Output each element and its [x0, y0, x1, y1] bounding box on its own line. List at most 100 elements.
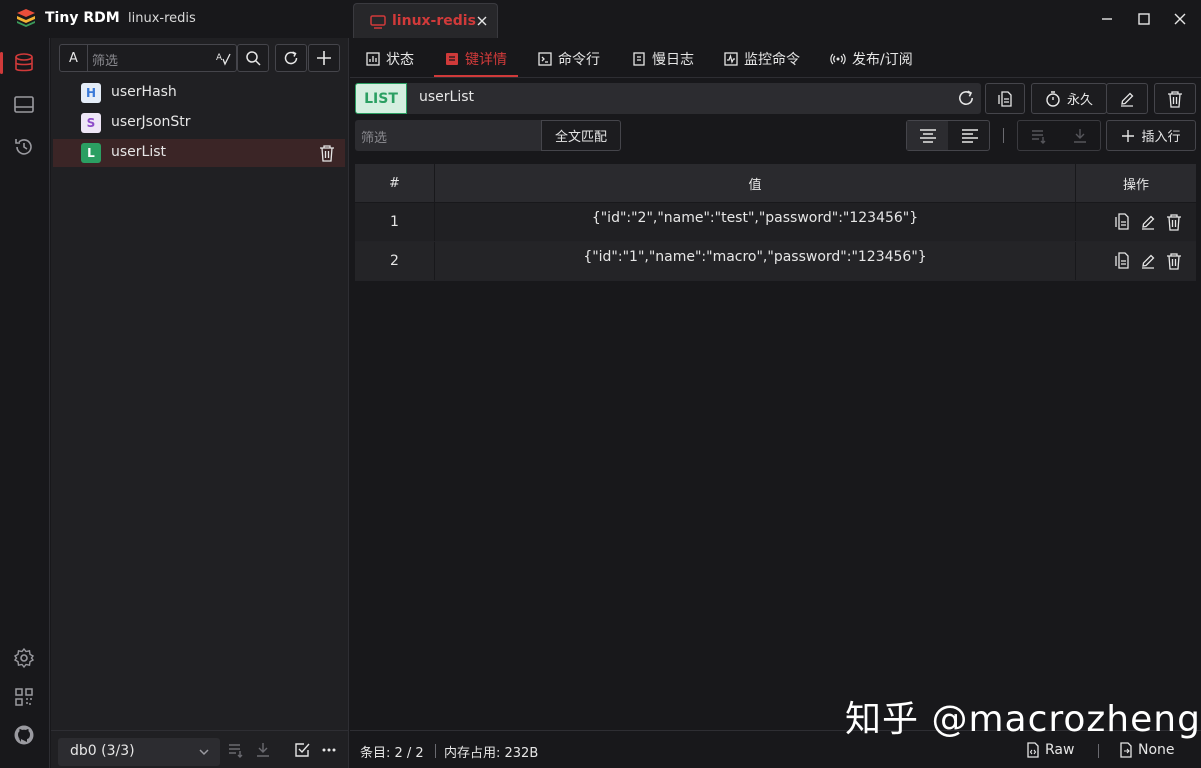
decode-button[interactable]: None: [1119, 740, 1175, 760]
refresh-icon[interactable]: [957, 89, 975, 107]
value-filter-input[interactable]: 筛选: [355, 120, 541, 151]
checkbox-select-icon[interactable]: [294, 742, 310, 758]
tab-cli[interactable]: 命令行: [538, 49, 600, 69]
database-icon: [15, 53, 33, 72]
ttl-button[interactable]: 永久: [1031, 83, 1107, 114]
edit-icon: [1121, 92, 1134, 107]
load-more-icon[interactable]: [1031, 128, 1047, 144]
pubsub-icon: [830, 53, 846, 65]
activity-settings[interactable]: [10, 644, 38, 672]
copy-icon: [998, 90, 1012, 107]
row-actions: [1100, 242, 1196, 280]
view-format-label: Raw: [1045, 742, 1075, 758]
tab-close-icon[interactable]: [474, 13, 490, 29]
view-format-button[interactable]: Raw: [1026, 740, 1074, 760]
timer-icon: [1046, 90, 1060, 107]
key-row-userjsonstr[interactable]: S userJsonStr: [53, 109, 345, 137]
header-value[interactable]: 值: [435, 164, 1075, 203]
key-row-userlist[interactable]: L userList: [53, 139, 345, 167]
trash-icon[interactable]: [1166, 252, 1182, 270]
sidebar-footer: db0 (3/3): [51, 730, 348, 768]
download-icon[interactable]: [255, 742, 271, 758]
tab-linux-redis[interactable]: linux-redis: [353, 3, 498, 40]
slowlog-icon: [633, 52, 645, 66]
activity-server[interactable]: [10, 91, 38, 119]
align-toggle-group: [906, 120, 990, 151]
key-name: userJsonStr: [111, 114, 191, 130]
active-tab-underline: [434, 75, 518, 77]
file-decode-icon: [1120, 742, 1132, 758]
active-indicator: [0, 52, 3, 74]
refresh-icon: [284, 51, 298, 65]
minimize-button[interactable]: [1096, 8, 1118, 30]
delete-key-button[interactable]: [1154, 83, 1196, 114]
tab-key-detail[interactable]: 键详情: [445, 49, 507, 69]
row-index: 2: [390, 253, 399, 269]
insert-row-label: 插入行: [1141, 130, 1181, 145]
batch-list-icon[interactable]: [228, 742, 244, 758]
header-index[interactable]: #: [355, 164, 434, 203]
close-window-button[interactable]: [1169, 8, 1191, 30]
edit-icon[interactable]: [1140, 214, 1156, 230]
copy-icon[interactable]: [1114, 252, 1130, 270]
table-row[interactable]: 1 {"id":"2","name":"test","password":"12…: [355, 203, 1196, 242]
align-left-button[interactable]: [949, 121, 990, 150]
status-divider: [1098, 744, 1099, 758]
key-detail-icon: [446, 53, 458, 65]
tab-monitor[interactable]: 监控命令: [724, 49, 800, 69]
match-case-toggle[interactable]: A: [60, 45, 88, 71]
monitor-panel-icon: [14, 96, 34, 113]
rename-key-button[interactable]: [1106, 83, 1148, 114]
tab-key-detail-label: 键详情: [465, 52, 507, 68]
list-type-badge: L: [81, 143, 101, 163]
terminal-icon: [538, 52, 552, 66]
delete-key-icon[interactable]: [319, 144, 335, 162]
search-button[interactable]: [237, 44, 269, 72]
key-row-userhash[interactable]: H userHash: [53, 79, 345, 107]
load-all-icon[interactable]: [1072, 128, 1088, 144]
tab-cli-label: 命令行: [558, 52, 600, 68]
insert-row-button[interactable]: 插入行: [1106, 120, 1196, 151]
key-name-field[interactable]: userList: [419, 89, 474, 105]
add-key-button[interactable]: [308, 44, 340, 72]
maximize-button[interactable]: [1133, 8, 1155, 30]
activity-github[interactable]: [10, 721, 38, 749]
table-row[interactable]: 2 {"id":"1","name":"macro","password":"1…: [355, 242, 1196, 281]
trash-icon[interactable]: [1166, 213, 1182, 231]
activity-apps[interactable]: [10, 683, 38, 711]
key-name-bar: LIST userList: [355, 83, 981, 114]
key-browser-sidebar: A 筛选 A H userHash S userJsonStr L userLi…: [51, 38, 349, 768]
activity-bar: [0, 38, 50, 768]
copy-icon[interactable]: [1114, 213, 1130, 231]
database-label: db0 (3/3): [70, 743, 135, 759]
watermark: 知乎 @macrozheng: [845, 699, 1201, 740]
hash-type-badge: H: [81, 83, 101, 103]
file-code-icon: [1027, 742, 1039, 758]
title-bar: Tiny RDM linux-redis: [0, 0, 1201, 38]
activity-databases[interactable]: [10, 49, 38, 77]
align-center-button[interactable]: [907, 121, 948, 150]
key-filter-box: A 筛选 A: [59, 44, 237, 72]
activity-history[interactable]: [10, 133, 38, 161]
database-select[interactable]: db0 (3/3): [58, 738, 220, 766]
copy-key-button[interactable]: [985, 83, 1025, 114]
ttl-label: 永久: [1066, 93, 1093, 108]
edit-icon[interactable]: [1140, 253, 1156, 269]
key-name: userList: [111, 144, 167, 160]
row-index: 1: [390, 214, 399, 230]
refresh-keys-button[interactable]: [275, 44, 307, 72]
tab-slowlog[interactable]: 慢日志: [632, 49, 694, 69]
toolbar-divider: [1003, 128, 1004, 143]
content-pane: 状态 键详情 命令行 慢日志 监控命令 发布/订阅 LIST userList …: [350, 38, 1201, 768]
more-icon[interactable]: [321, 742, 337, 758]
fulltext-match-button[interactable]: 全文匹配: [541, 120, 621, 151]
key-filter-input[interactable]: 筛选: [92, 50, 118, 69]
tab-status[interactable]: 状态: [366, 49, 414, 69]
status-divider: [435, 744, 436, 758]
monitor-icon: [724, 52, 738, 66]
sort-az-icon[interactable]: A: [215, 50, 231, 66]
app-logo-icon: [17, 9, 35, 27]
tab-pubsub[interactable]: 发布/订阅: [830, 49, 913, 69]
tab-pubsub-label: 发布/订阅: [852, 52, 913, 68]
align-left-icon: [961, 128, 978, 143]
